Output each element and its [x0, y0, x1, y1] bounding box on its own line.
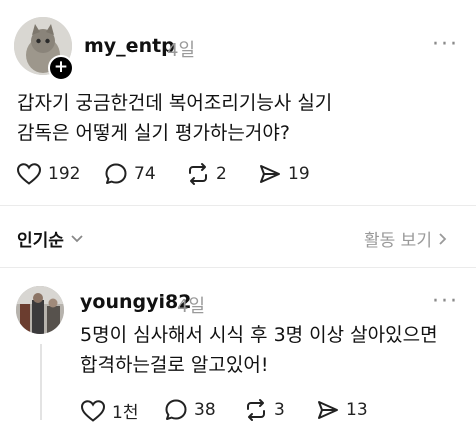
comment-bubble-icon	[165, 399, 187, 420]
post-time: 4일	[167, 40, 196, 61]
comment-button[interactable]: 74	[104, 162, 156, 186]
share-button[interactable]: 19	[258, 162, 310, 186]
post-text: 갑자기 궁금한건데 복어조리기능사 실기 감독은 어떻게 실기 평가하는거야?	[17, 92, 333, 144]
sort-label: 인기순	[17, 231, 64, 251]
send-icon	[318, 401, 338, 419]
reply-comment-button[interactable]: 38	[164, 398, 216, 422]
reply-author-avatar[interactable]	[16, 286, 64, 334]
activity-link[interactable]: 활동 보기	[364, 226, 448, 251]
like-button[interactable]: 192	[16, 162, 80, 186]
heart-icon	[80, 399, 106, 422]
repost-arrows-icon	[189, 163, 207, 185]
post-username[interactable]: my_entp	[84, 35, 175, 57]
group-photo	[16, 286, 64, 334]
reply-like-count: 1천	[112, 403, 139, 423]
follow-plus-badge[interactable]: +	[48, 55, 74, 81]
chevron-down-icon	[71, 234, 83, 242]
more-horizontal-icon[interactable]: ···	[432, 32, 459, 57]
like-count: 192	[48, 164, 81, 184]
sort-divider	[0, 267, 476, 268]
thread-line	[40, 344, 42, 420]
repost-count: 2	[216, 164, 227, 184]
reply-text: 5명이 심사해서 시식 후 3명 이상 살아있으면 합격하는걸로 알고있어!	[80, 324, 438, 376]
send-icon	[260, 165, 280, 183]
reply-repost-button[interactable]: 3	[244, 398, 285, 422]
post-divider	[0, 205, 476, 206]
reply-username[interactable]: youngyi82	[80, 291, 191, 313]
reply-comment-count: 38	[194, 400, 216, 420]
reply-time: 4일	[177, 296, 206, 317]
repost-button[interactable]: 2	[186, 162, 227, 186]
reply-share-button[interactable]: 13	[316, 398, 368, 422]
activity-label: 활동 보기	[364, 231, 432, 251]
heart-icon	[16, 163, 42, 185]
reply-like-button[interactable]: 1천	[80, 398, 138, 423]
sort-dropdown[interactable]: 인기순	[17, 226, 84, 251]
more-horizontal-icon[interactable]: ···	[432, 289, 459, 314]
repost-arrows-icon	[247, 399, 265, 421]
comment-count: 74	[134, 164, 156, 184]
reply-share-count: 13	[346, 400, 368, 420]
reply-repost-count: 3	[274, 400, 285, 420]
comment-bubble-icon	[105, 163, 127, 184]
share-count: 19	[288, 164, 310, 184]
chevron-right-icon	[439, 232, 447, 245]
